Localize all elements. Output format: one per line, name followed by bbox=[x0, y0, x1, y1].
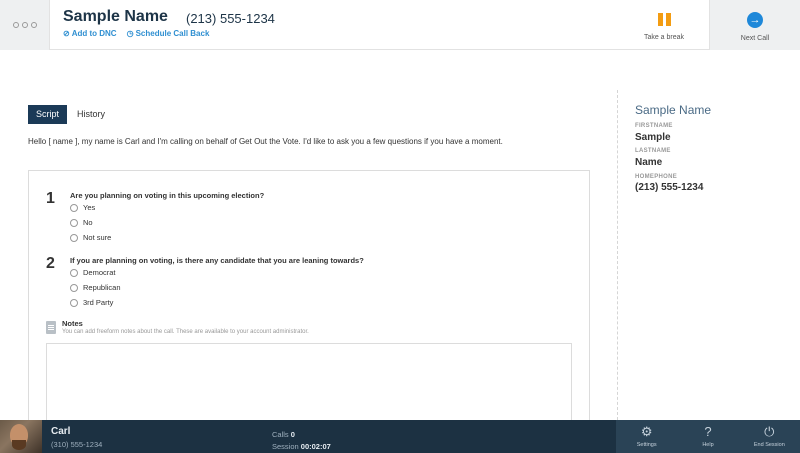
option-3rd-party[interactable]: 3rd Party bbox=[70, 298, 113, 307]
option-label: Not sure bbox=[83, 233, 112, 242]
footer-actions: ⚙ Settings ? Help ⏻ End Session bbox=[616, 420, 800, 453]
pause-icon bbox=[657, 13, 671, 26]
schedule-callback-label: Schedule Call Back bbox=[135, 29, 210, 38]
menu-dot bbox=[21, 22, 28, 28]
caller-phone: (310) 555-1234 bbox=[51, 440, 103, 449]
lastname-value: Name bbox=[635, 157, 663, 168]
add-to-dnc-link[interactable]: ⊘ Add to DNC bbox=[63, 29, 117, 38]
option-yes[interactable]: Yes bbox=[70, 203, 95, 212]
clock-icon: ◷ bbox=[126, 29, 134, 38]
radio-button[interactable] bbox=[70, 298, 78, 307]
option-no[interactable]: No bbox=[70, 218, 93, 227]
session-timer: Session 00:02:07 bbox=[272, 442, 331, 451]
settings-label: Settings bbox=[636, 442, 657, 448]
header-links: ⊘ Add to DNC ◷ Schedule Call Back bbox=[63, 29, 209, 38]
radio-button[interactable] bbox=[70, 233, 78, 242]
firstname-value: Sample bbox=[635, 132, 671, 143]
option-label: Republican bbox=[83, 283, 121, 292]
option-label: Yes bbox=[83, 203, 96, 212]
end-session-button[interactable]: ⏻ End Session bbox=[739, 420, 800, 453]
take-break-label: Take a break bbox=[643, 34, 685, 41]
dialer-app: Sample Name (213) 555-1234 ⊘ Add to DNC … bbox=[0, 0, 800, 453]
calls-label: Calls bbox=[272, 430, 289, 439]
radio-button[interactable] bbox=[70, 203, 78, 212]
survey-card: 1 Are you planning on voting in this upc… bbox=[28, 170, 590, 421]
menu-dot bbox=[30, 22, 37, 28]
script-intro: Hello [ name ], my name is Carl and I'm … bbox=[28, 137, 503, 146]
footer-bar: Carl (310) 555-1234 Calls 0 Session 00:0… bbox=[0, 420, 800, 453]
panel-contact-name: Sample Name bbox=[635, 103, 712, 117]
radio-button[interactable] bbox=[70, 268, 78, 277]
tab-history[interactable]: History bbox=[69, 105, 113, 124]
option-label: Democrat bbox=[83, 268, 116, 277]
notes-title: Notes bbox=[62, 319, 83, 328]
option-republican[interactable]: Republican bbox=[70, 283, 121, 292]
header: Sample Name (213) 555-1234 ⊘ Add to DNC … bbox=[0, 0, 800, 50]
notes-textarea[interactable] bbox=[46, 343, 572, 421]
document-icon bbox=[46, 321, 56, 334]
calls-value: 0 bbox=[290, 430, 295, 439]
caller-name: Carl bbox=[51, 426, 71, 437]
radio-button[interactable] bbox=[70, 218, 78, 227]
power-icon: ⏻ bbox=[764, 424, 775, 439]
question-text: If you are planning on voting, is there … bbox=[70, 256, 364, 265]
firstname-label: FIRSTNAME bbox=[635, 123, 673, 129]
help-icon: ? bbox=[704, 424, 712, 439]
tab-bar: Script History bbox=[28, 105, 113, 124]
option-not-sure[interactable]: Not sure bbox=[70, 233, 111, 242]
homephone-label: HOMEPHONE bbox=[635, 174, 678, 180]
contact-panel: Sample Name FIRSTNAME Sample LASTNAME Na… bbox=[617, 90, 800, 420]
next-call-label: Next Call bbox=[740, 34, 770, 42]
gear-icon: ⚙ bbox=[640, 424, 653, 439]
add-to-dnc-label: Add to DNC bbox=[71, 29, 117, 38]
block-icon: ⊘ bbox=[63, 29, 70, 38]
ellipsis-dots-icon bbox=[12, 22, 19, 28]
help-button[interactable]: ? Help bbox=[677, 420, 738, 453]
next-call-button[interactable]: → Next Call bbox=[709, 0, 800, 50]
session-label: Session bbox=[272, 442, 299, 451]
option-label: 3rd Party bbox=[83, 298, 114, 307]
homephone-value: (213) 555-1234 bbox=[635, 182, 704, 193]
avatar bbox=[0, 420, 42, 453]
end-session-label: End Session bbox=[753, 442, 785, 448]
take-break-button[interactable]: Take a break bbox=[620, 0, 708, 50]
arrow-right-icon: → bbox=[747, 11, 763, 28]
session-value: 00:02:07 bbox=[300, 442, 331, 451]
contact-phone: (213) 555-1234 bbox=[186, 11, 275, 26]
help-label: Help bbox=[702, 442, 714, 448]
menu-button[interactable] bbox=[0, 0, 50, 50]
calls-count: Calls 0 bbox=[272, 430, 295, 439]
option-label: No bbox=[83, 218, 93, 227]
lastname-label: LASTNAME bbox=[635, 148, 671, 154]
question-number: 1 bbox=[46, 190, 55, 207]
contact-name: Sample Name bbox=[63, 8, 168, 25]
tab-script[interactable]: Script bbox=[28, 105, 68, 124]
schedule-callback-link[interactable]: ◷ Schedule Call Back bbox=[127, 29, 210, 38]
option-democrat[interactable]: Democrat bbox=[70, 268, 116, 277]
notes-description: You can add freeform notes about the cal… bbox=[62, 329, 309, 335]
radio-button[interactable] bbox=[70, 283, 78, 292]
settings-button[interactable]: ⚙ Settings bbox=[616, 420, 677, 453]
question-text: Are you planning on voting in this upcom… bbox=[70, 191, 265, 200]
question-number: 2 bbox=[46, 255, 55, 272]
